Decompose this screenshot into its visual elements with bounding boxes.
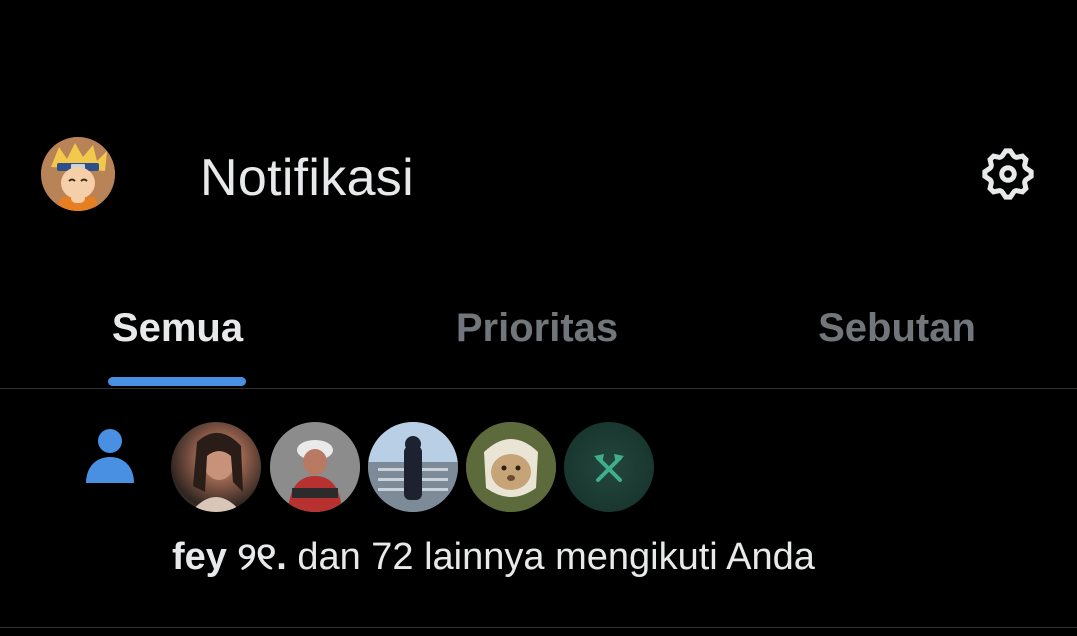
- header: Notifikasi: [0, 0, 1077, 260]
- tab-priority[interactable]: Prioritas: [412, 270, 662, 387]
- tab-mentions[interactable]: Sebutan: [777, 270, 1017, 387]
- avatar-image: [368, 422, 458, 512]
- tab-label: Sebutan: [818, 306, 976, 350]
- tab-all[interactable]: Semua: [60, 270, 295, 387]
- tab-label: Semua: [111, 306, 244, 350]
- avatar-image: [594, 454, 624, 482]
- avatar-image: [466, 422, 556, 512]
- follower-avatar[interactable]: [564, 422, 654, 512]
- follower-name[interactable]: fey ୨୧.: [172, 536, 287, 578]
- gear-icon: [982, 148, 1034, 200]
- notification-item[interactable]: fey ୨୧. dan 72 lainnya mengikuti Anda: [0, 389, 1077, 628]
- follower-avatar[interactable]: [171, 422, 261, 512]
- page-title: Notifikasi: [200, 149, 414, 207]
- settings-button[interactable]: [976, 142, 1040, 206]
- notification-tabs: Semua Prioritas Sebutan: [0, 270, 1077, 389]
- avatar-image: [191, 432, 243, 512]
- notification-text: fey ୨୧. dan 72 lainnya mengikuti Anda: [172, 532, 815, 582]
- person-icon: [86, 429, 134, 483]
- avatar-image: [41, 137, 115, 211]
- avatar-image: [270, 422, 360, 512]
- active-tab-indicator: [108, 377, 246, 386]
- tab-label: Prioritas: [455, 306, 619, 350]
- notification-message: dan 72 lainnya mengikuti Anda: [286, 536, 815, 578]
- follower-avatar[interactable]: [368, 422, 458, 512]
- follower-avatar[interactable]: [466, 422, 556, 512]
- follower-avatar[interactable]: [270, 422, 360, 512]
- profile-avatar[interactable]: [41, 137, 115, 211]
